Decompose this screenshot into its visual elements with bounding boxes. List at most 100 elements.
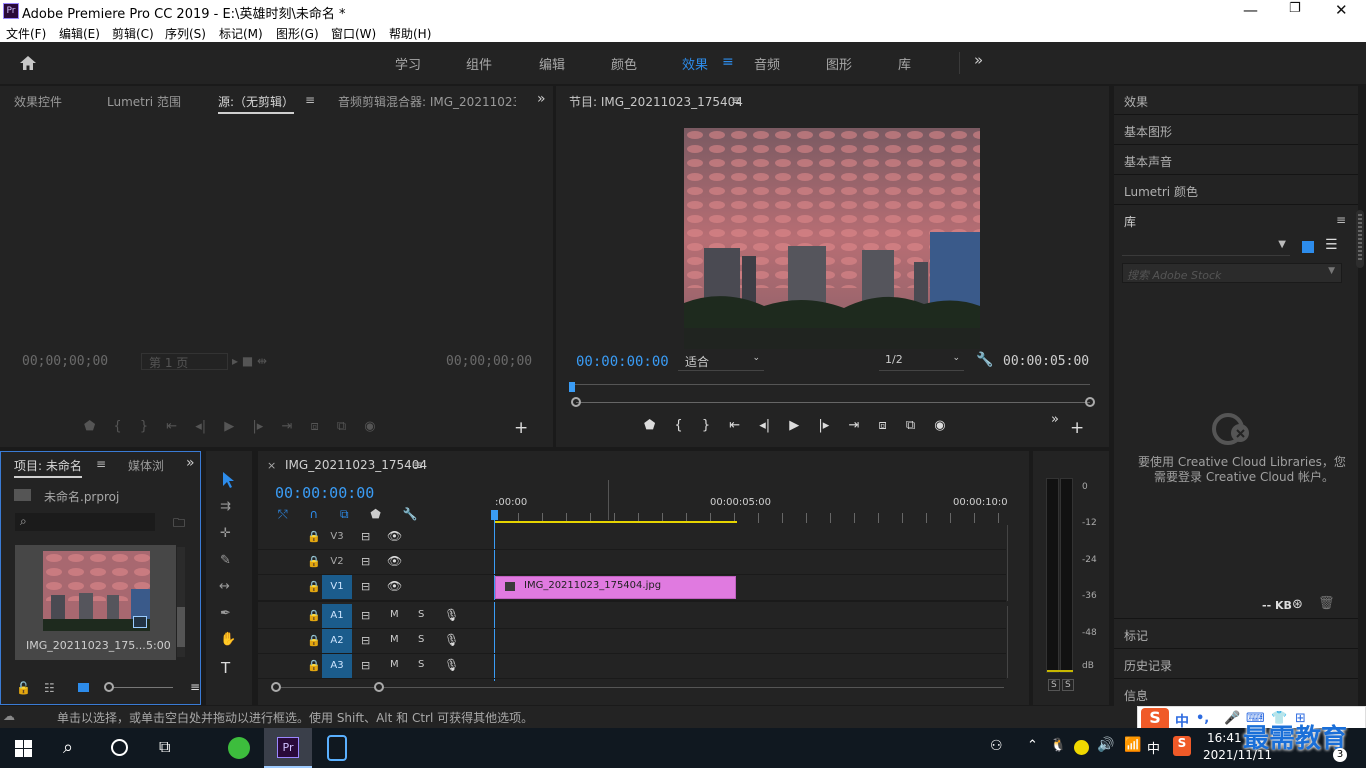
- new-bin-icon[interactable]: 🗀: [173, 514, 185, 535]
- workspace-learning[interactable]: 学习: [395, 54, 421, 73]
- solo-right-button[interactable]: S: [1062, 679, 1074, 691]
- program-ruler[interactable]: [572, 384, 1090, 385]
- close-tab-icon[interactable]: ×: [267, 459, 276, 472]
- project-menu-icon[interactable]: ≡: [96, 457, 106, 471]
- panel-lumetri-color[interactable]: Lumetri 颜色: [1124, 183, 1198, 200]
- source-transport-controls[interactable]: ⬟ { } ⇤ ◂| ▶ |▸ ⇥ ⧈ ⧉ ◉: [84, 419, 376, 434]
- panel-history[interactable]: 历史记录: [1124, 657, 1172, 674]
- audio-track-scrollbar[interactable]: [1007, 606, 1015, 678]
- resolution-dropdown[interactable]: 1/2 ⌄: [879, 353, 964, 371]
- premiere-taskbar-button[interactable]: Pr: [264, 728, 312, 768]
- zoom-slider-handle[interactable]: [104, 682, 114, 692]
- menu-marker[interactable]: 标记(M): [219, 25, 263, 42]
- workspace-overflow-icon[interactable]: »: [974, 51, 983, 69]
- mute-button[interactable]: M: [390, 609, 399, 620]
- panel-essential-graphics[interactable]: 基本图形: [1124, 123, 1172, 140]
- workspace-effects[interactable]: 效果: [682, 54, 708, 73]
- program-menu-icon[interactable]: ≡: [731, 93, 741, 107]
- page-dropdown[interactable]: 第 1 页: [141, 353, 228, 370]
- zoom-scrollbar[interactable]: [576, 402, 1090, 403]
- cortana-icon[interactable]: [111, 739, 128, 756]
- eye-icon[interactable]: 👁: [387, 554, 402, 568]
- task-view-icon[interactable]: ⧉: [159, 737, 170, 757]
- minimize-button[interactable]: —: [1243, 1, 1258, 19]
- sogou-tray-icon[interactable]: S: [1173, 736, 1191, 756]
- workspace-graphics[interactable]: 图形: [826, 54, 852, 73]
- project-menu-icon[interactable]: ≡: [190, 680, 200, 694]
- mute-button[interactable]: M: [390, 659, 399, 670]
- type-tool-icon[interactable]: T: [221, 659, 230, 677]
- track-target-a1[interactable]: A1: [322, 604, 352, 628]
- panel-markers[interactable]: 标记: [1124, 627, 1148, 644]
- panel-info[interactable]: 信息: [1124, 687, 1148, 704]
- volume-icon[interactable]: 🔊: [1097, 737, 1114, 753]
- track-label-v2[interactable]: V2: [322, 550, 352, 574]
- panel-effects[interactable]: 效果: [1124, 93, 1148, 110]
- menu-help[interactable]: 帮助(H): [389, 25, 431, 42]
- eye-icon[interactable]: 👁: [387, 579, 402, 593]
- workspace-libraries[interactable]: 库: [898, 54, 911, 73]
- close-button[interactable]: ✕: [1335, 1, 1348, 19]
- sync-lock-icon[interactable]: ⊟: [361, 555, 370, 568]
- track-target-a2[interactable]: A2: [322, 629, 352, 653]
- menu-edit[interactable]: 编辑(E): [59, 25, 100, 42]
- selection-tool-icon[interactable]: [221, 471, 235, 489]
- solo-left-button[interactable]: S: [1048, 679, 1060, 691]
- list-view-icon[interactable]: ☷: [44, 681, 55, 695]
- workspace-assembly[interactable]: 组件: [466, 54, 492, 73]
- zoom-handle-right[interactable]: [1085, 397, 1095, 407]
- lock-icon[interactable]: 🔒: [307, 634, 321, 647]
- maximize-button[interactable]: ❐: [1289, 1, 1301, 16]
- tab-audio-clip-mixer[interactable]: 音频剪辑混合器: IMG_20211023: [338, 93, 516, 110]
- program-transport-controls[interactable]: ⬟ { } ⇤ ◂| ▶ |▸ ⇥ ⧈ ⧉ ◉: [644, 418, 946, 433]
- menu-clip[interactable]: 剪辑(C): [112, 25, 154, 42]
- zoom-slider[interactable]: [105, 687, 173, 688]
- video-track-scrollbar[interactable]: [1007, 525, 1015, 601]
- menu-graphics[interactable]: 图形(G): [276, 25, 319, 42]
- playhead-handle[interactable]: [491, 510, 498, 520]
- tab-menu-icon[interactable]: ≡: [305, 93, 315, 107]
- scrollbar-thumb[interactable]: [1358, 214, 1362, 262]
- tab-media-browser[interactable]: 媒体浏: [128, 457, 166, 474]
- network-icon[interactable]: 📶: [1124, 737, 1141, 753]
- lock-icon[interactable]: 🔒: [307, 580, 321, 593]
- lock-icon[interactable]: 🔓: [16, 681, 31, 695]
- solo-button[interactable]: S: [418, 609, 424, 620]
- microphone-icon[interactable]: 🎙: [444, 608, 459, 622]
- zoom-handle-left[interactable]: [571, 397, 581, 407]
- razor-tool-icon[interactable]: ✎: [220, 553, 231, 568]
- overflow-icon[interactable]: »: [1051, 412, 1059, 427]
- ime-punct-label[interactable]: •,: [1196, 711, 1209, 726]
- library-dropdown[interactable]: ▼: [1122, 238, 1290, 256]
- work-area-bar[interactable]: [495, 521, 737, 523]
- scroll-handle-right[interactable]: [374, 682, 384, 692]
- program-timecode[interactable]: 00:00:00:00: [576, 354, 669, 370]
- sync-lock-icon[interactable]: ⊟: [361, 659, 370, 672]
- tab-sequence[interactable]: IMG_20211023_175404: [285, 458, 427, 472]
- menu-sequence[interactable]: 序列(S): [165, 25, 206, 42]
- slip-tool-icon[interactable]: ↔: [219, 579, 230, 594]
- tray-app-icon[interactable]: [1074, 740, 1089, 755]
- playhead[interactable]: [569, 382, 575, 392]
- panel-overflow-icon[interactable]: »: [186, 455, 195, 471]
- timeline-tool-buttons[interactable]: ⤲ ∩ ⧉ ⬟ 🔧: [278, 507, 438, 523]
- timeline-timecode[interactable]: 00:00:00:00: [275, 484, 374, 502]
- library-menu-icon[interactable]: ≡: [1336, 213, 1346, 227]
- ime-voice-icon[interactable]: 🎤: [1224, 711, 1240, 726]
- program-title[interactable]: 节目: IMG_20211023_175404: [569, 93, 743, 110]
- list-view-icon[interactable]: ☰: [1325, 237, 1338, 253]
- project-scrollbar[interactable]: [177, 547, 185, 657]
- track-label-v3[interactable]: V3: [322, 525, 352, 549]
- timeline-clip[interactable]: IMG_20211023_175404.jpg: [495, 576, 736, 599]
- browser-app-icon[interactable]: [228, 737, 250, 759]
- ime-indicator[interactable]: 中: [1147, 738, 1160, 757]
- panel-overflow-icon[interactable]: »: [537, 91, 546, 107]
- tab-lumetri-scopes[interactable]: Lumetri 范围: [107, 93, 181, 110]
- sync-lock-icon[interactable]: ⊟: [361, 530, 370, 543]
- right-panel-scrollbar[interactable]: [1356, 210, 1364, 268]
- add-button-icon[interactable]: +: [514, 418, 528, 438]
- sync-lock-icon[interactable]: ⊟: [361, 580, 370, 593]
- settings-wrench-icon[interactable]: 🔧: [976, 352, 993, 368]
- workspace-editing[interactable]: 编辑: [539, 54, 565, 73]
- sequence-menu-icon[interactable]: ≡: [413, 458, 423, 472]
